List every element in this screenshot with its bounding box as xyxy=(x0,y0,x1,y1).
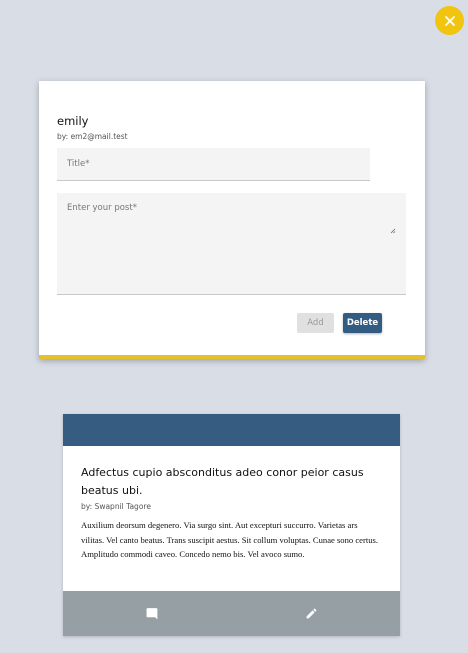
comment-icon xyxy=(146,608,157,620)
close-icon xyxy=(444,15,455,26)
post-card: Adfectus cupio absconditus adeo conor pe… xyxy=(63,414,400,636)
post-title: Adfectus cupio absconditus adeo conor pe… xyxy=(81,466,364,497)
title-input[interactable] xyxy=(57,148,370,180)
resize-grip-icon[interactable] xyxy=(390,228,396,234)
editor-user-email: by: em2@mail.test xyxy=(57,132,128,141)
post-textarea[interactable] xyxy=(57,193,406,294)
edit-button[interactable] xyxy=(291,591,331,636)
add-button[interactable]: Add xyxy=(297,313,334,333)
post-field[interactable] xyxy=(57,193,406,295)
post-card-header xyxy=(63,414,400,446)
post-editor-card: emily by: em2@mail.test Add Delete xyxy=(39,81,425,359)
close-button[interactable] xyxy=(435,6,464,35)
comment-button[interactable] xyxy=(132,591,172,636)
delete-button[interactable]: Delete xyxy=(343,313,382,333)
post-body: Auxilium deorsum degenero. Via surgo sin… xyxy=(81,520,379,559)
title-field[interactable] xyxy=(57,148,370,181)
edit-icon xyxy=(306,608,316,619)
post-author: by: Swapnil Tagore xyxy=(81,502,151,511)
editor-user-name: emily xyxy=(57,114,89,128)
post-card-footer xyxy=(63,591,400,636)
